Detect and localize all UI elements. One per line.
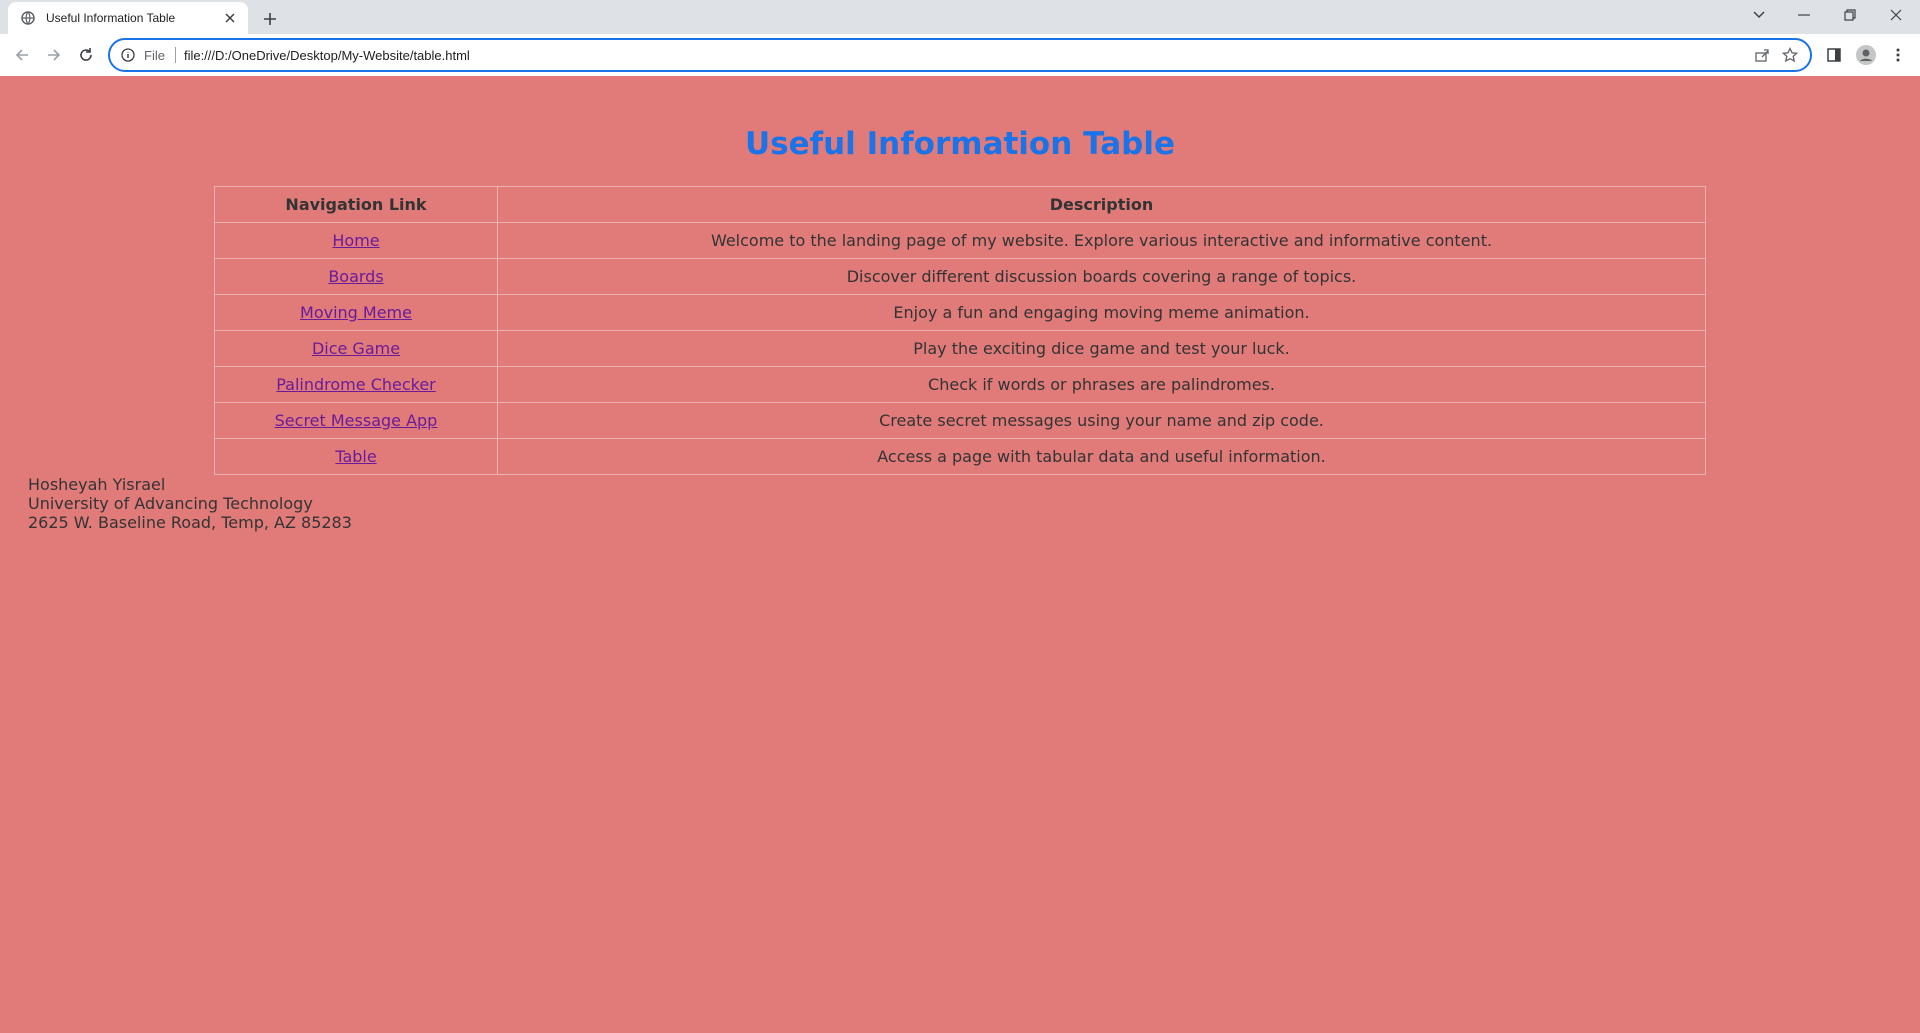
table-row: Home Welcome to the landing page of my w…: [214, 222, 1706, 259]
new-tab-icon[interactable]: [258, 7, 282, 31]
address-bar[interactable]: File file:///D:/OneDrive/Desktop/My-Webs…: [108, 38, 1812, 72]
page-title: Useful Information Table: [744, 126, 1176, 162]
table-cell-description: Create secret messages using your name a…: [497, 402, 1706, 439]
table-row: Secret Message App Create secret message…: [214, 402, 1706, 439]
footer-school: University of Advancing Technology: [28, 494, 313, 513]
globe-icon: [20, 10, 36, 26]
info-icon[interactable]: [120, 47, 136, 63]
tab-search-icon[interactable]: [1737, 0, 1781, 30]
table-cell-description: Check if words or phrases are palindrome…: [497, 366, 1706, 403]
forward-icon[interactable]: [42, 43, 66, 67]
column-header-navigation: Navigation Link: [214, 186, 498, 223]
nav-link-home[interactable]: Home: [332, 231, 379, 250]
table-row: Dice Game Play the exciting dice game an…: [214, 330, 1706, 367]
nav-link-secret-message-app[interactable]: Secret Message App: [275, 411, 438, 430]
side-panel-icon[interactable]: [1822, 43, 1846, 67]
browser-toolbar: File file:///D:/OneDrive/Desktop/My-Webs…: [0, 34, 1920, 76]
table-row: Boards Discover different discussion boa…: [214, 258, 1706, 295]
footer-name: Hosheyah Yisrael: [28, 475, 166, 494]
browser-tab[interactable]: Useful Information Table: [8, 2, 248, 34]
table-cell-description: Enjoy a fun and engaging moving meme ani…: [497, 294, 1706, 331]
table-cell-link: Moving Meme: [214, 294, 498, 331]
nav-link-palindrome-checker[interactable]: Palindrome Checker: [276, 375, 436, 394]
back-icon[interactable]: [10, 43, 34, 67]
table-cell-link: Palindrome Checker: [214, 366, 498, 403]
restore-icon[interactable]: [1828, 0, 1872, 30]
nav-link-dice-game[interactable]: Dice Game: [312, 339, 400, 358]
close-window-icon[interactable]: [1874, 0, 1918, 30]
minimize-icon[interactable]: [1782, 0, 1826, 30]
table-cell-link: Secret Message App: [214, 402, 498, 439]
table-cell-link: Boards: [214, 258, 498, 295]
column-header-description: Description: [497, 186, 1706, 223]
menu-kebab-icon[interactable]: [1886, 43, 1910, 67]
page-content: Useful Information Table Navigation Link…: [0, 76, 1920, 1033]
nav-link-moving-meme[interactable]: Moving Meme: [300, 303, 412, 322]
scheme-label: File: [144, 47, 165, 63]
nav-link-table[interactable]: Table: [335, 447, 376, 466]
profile-avatar-icon[interactable]: [1854, 43, 1878, 67]
tab-close-icon[interactable]: [222, 10, 238, 26]
table-cell-description: Discover different discussion boards cov…: [497, 258, 1706, 295]
table-header-row: Navigation Link Description: [214, 186, 1706, 223]
tab-title: Useful Information Table: [46, 11, 176, 25]
tab-strip: Useful Information Table: [0, 0, 1920, 34]
table-row: Moving Meme Enjoy a fun and engaging mov…: [214, 294, 1706, 331]
footer-address: 2625 W. Baseline Road, Temp, AZ 85283: [28, 513, 352, 532]
nav-link-boards[interactable]: Boards: [328, 267, 383, 286]
url-text[interactable]: file:///D:/OneDrive/Desktop/My-Website/t…: [184, 48, 1748, 63]
footer-contact: Hosheyah Yisrael University of Advancing…: [28, 475, 352, 532]
table-cell-description: Welcome to the landing page of my websit…: [497, 222, 1706, 259]
omnibox-divider: [174, 47, 176, 63]
info-table: Navigation Link Description Home Welcome…: [214, 186, 1706, 475]
table-cell-description: Access a page with tabular data and usef…: [497, 438, 1706, 475]
share-icon[interactable]: [1748, 41, 1776, 69]
table-cell-link: Home: [214, 222, 498, 259]
table-cell-link: Table: [214, 438, 498, 475]
table-cell-link: Dice Game: [214, 330, 498, 367]
reload-icon[interactable]: [74, 43, 98, 67]
table-row: Table Access a page with tabular data an…: [214, 438, 1706, 475]
table-row: Palindrome Checker Check if words or phr…: [214, 366, 1706, 403]
table-cell-description: Play the exciting dice game and test you…: [497, 330, 1706, 367]
bookmark-star-icon[interactable]: [1776, 41, 1804, 69]
